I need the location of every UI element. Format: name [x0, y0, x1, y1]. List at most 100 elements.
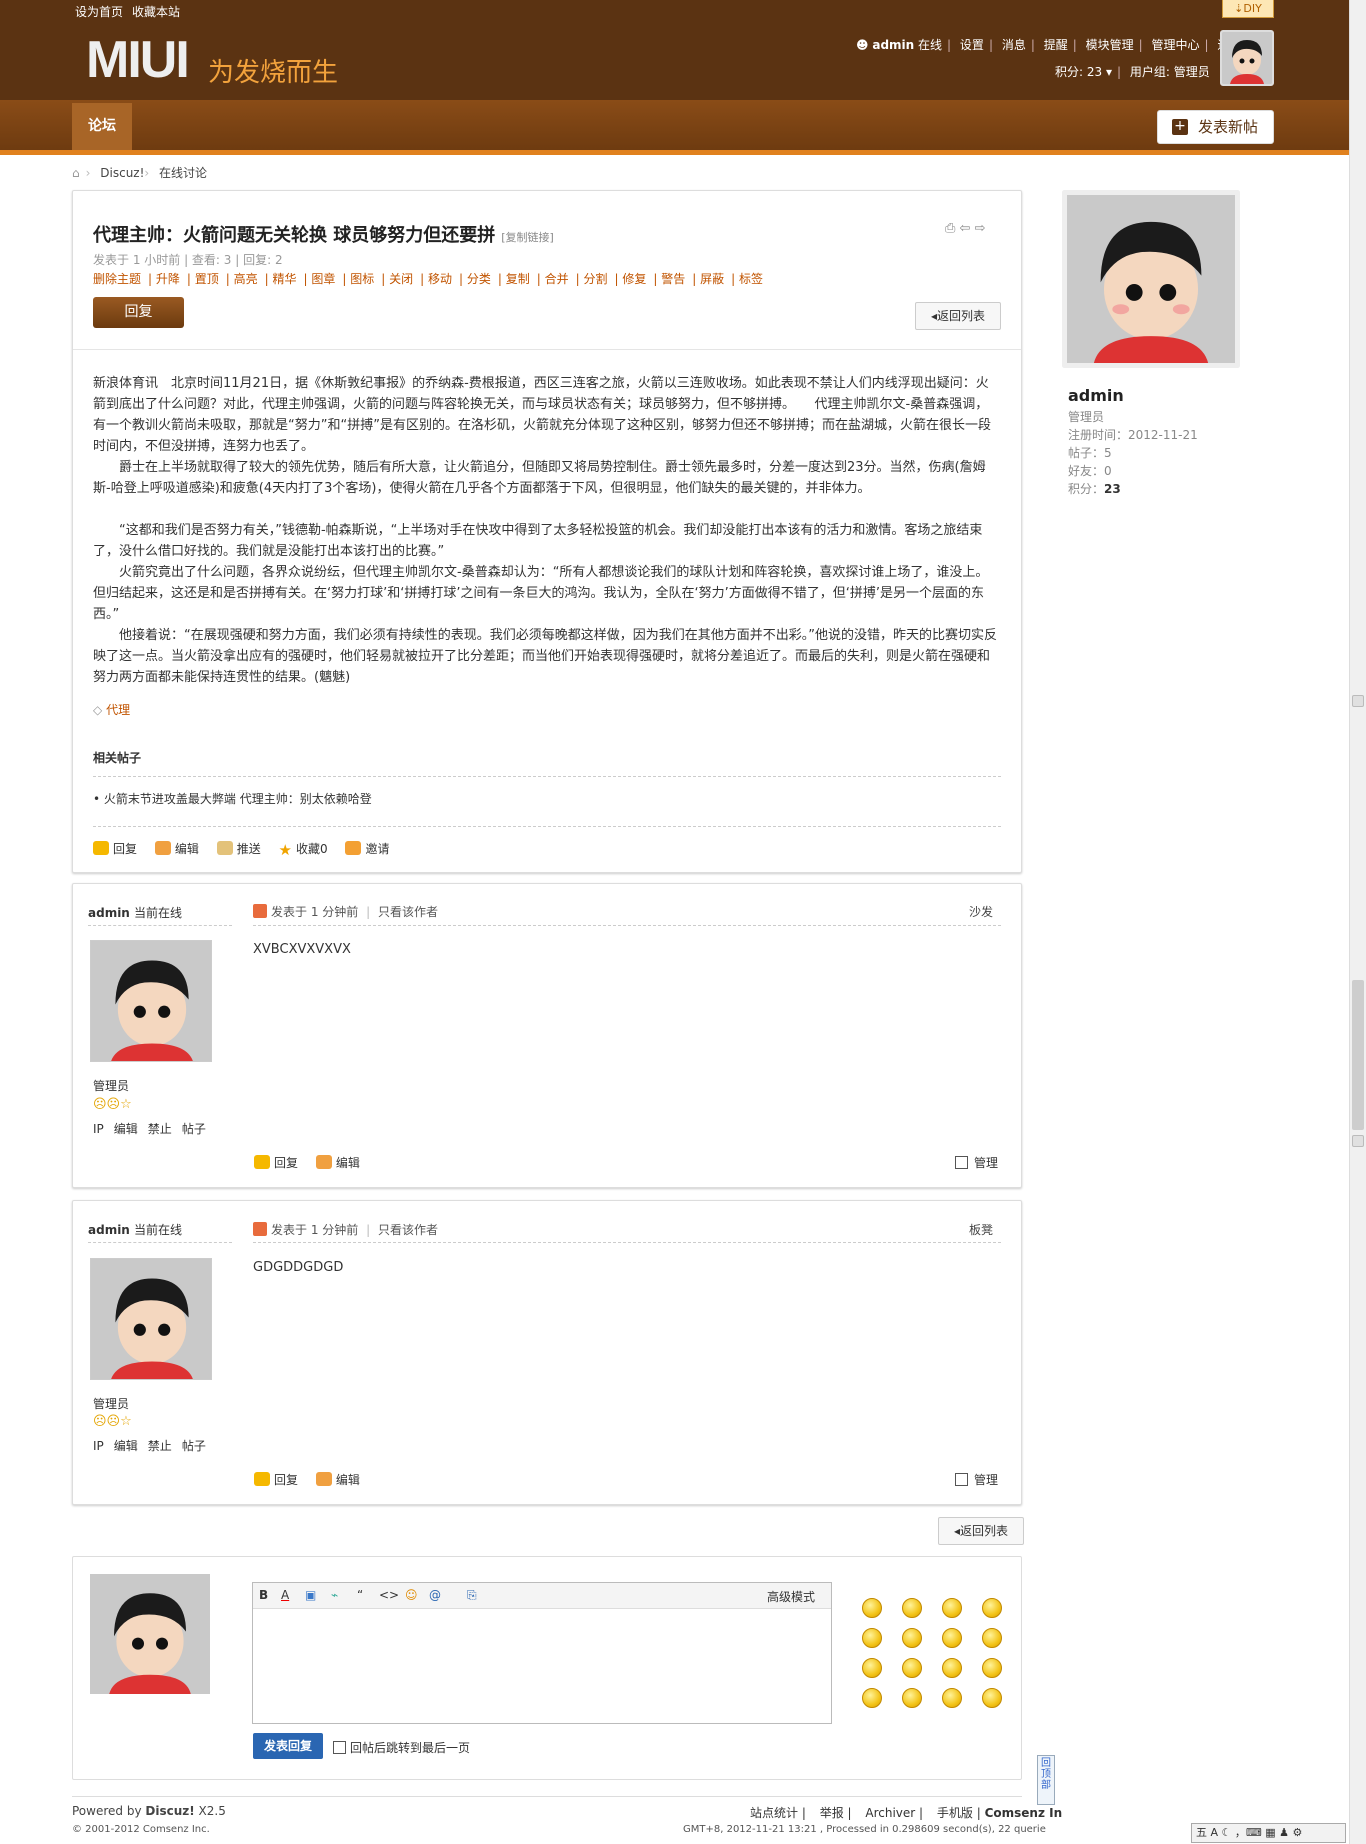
footer-archiver-link[interactable]: Archiver	[865, 1806, 915, 1820]
attach-button[interactable]: ⎘	[467, 1588, 477, 1603]
only-author-link[interactable]: 只看该作者	[378, 905, 438, 919]
breadcrumb-forum[interactable]: 在线讨论	[159, 166, 207, 180]
image-button[interactable]: ▣	[305, 1588, 316, 1602]
mod-digest[interactable]: 精华	[273, 272, 297, 286]
credits-menu[interactable]: 积分: 23 ▾	[1055, 65, 1112, 79]
mod-close[interactable]: 关闭	[389, 272, 413, 286]
prev-thread-icon[interactable]: ⇦	[960, 221, 971, 236]
usergroup-link[interactable]: 用户组: 管理员	[1130, 65, 1210, 79]
bookmark-link[interactable]: 收藏本站	[132, 3, 180, 20]
post-manage[interactable]: 管理	[955, 1471, 998, 1488]
font-color-button[interactable]: A	[281, 1588, 289, 1602]
smiley-icon[interactable]	[942, 1658, 962, 1678]
manage-checkbox[interactable]	[955, 1473, 968, 1486]
back-to-list-button-bottom[interactable]: ◂返回列表	[938, 1517, 1024, 1545]
back-to-top-button[interactable]: 回顶部	[1037, 1755, 1055, 1805]
edit-user-link[interactable]: 编辑	[114, 1439, 138, 1453]
footer-stats-link[interactable]: 站点统计	[750, 1806, 798, 1820]
scroll-thumb[interactable]	[1352, 980, 1364, 1130]
post-manage[interactable]: 管理	[955, 1154, 998, 1171]
scroll-down-arrow[interactable]	[1352, 1135, 1364, 1147]
ip-link[interactable]: IP	[93, 1439, 104, 1453]
post-reply[interactable]: 回复	[254, 1155, 298, 1170]
smiley-icon[interactable]	[982, 1658, 1002, 1678]
site-logo[interactable]: MIUI	[86, 30, 190, 90]
scroll-up-arrow[interactable]	[1352, 695, 1364, 707]
ip-link[interactable]: IP	[93, 1122, 104, 1136]
mod-move[interactable]: 移动	[428, 272, 452, 286]
block-manage-link[interactable]: 模块管理	[1086, 38, 1134, 52]
reply-textarea[interactable]	[253, 1610, 831, 1723]
scrollbar[interactable]	[1349, 0, 1366, 1844]
mod-merge[interactable]: 合并	[545, 272, 569, 286]
mod-category[interactable]: 分类	[467, 272, 491, 286]
action-favorite[interactable]: ★ 收藏0	[279, 841, 328, 859]
new-post-button[interactable]: + 发表新帖	[1157, 110, 1274, 144]
smiley-icon[interactable]	[902, 1598, 922, 1618]
mod-ban[interactable]: 屏蔽	[700, 272, 724, 286]
related-post-link[interactable]: • 火箭末节进攻盖最大弊端 代理主帅：别太依赖哈登	[93, 790, 372, 807]
jump-last-option[interactable]: 回帖后跳转到最后一页	[333, 1739, 470, 1756]
admin-center-link[interactable]: 管理中心	[1151, 38, 1199, 52]
advanced-mode-link[interactable]: 高级模式	[767, 1588, 815, 1605]
author-name[interactable]: admin	[1068, 386, 1124, 405]
ban-link[interactable]: 禁止	[148, 1439, 172, 1453]
smiley-icon[interactable]	[862, 1598, 882, 1618]
mod-split[interactable]: 分割	[584, 272, 608, 286]
settings-link[interactable]: 设置	[960, 38, 984, 52]
action-push[interactable]: 推送	[216, 841, 261, 856]
diy-button[interactable]: ⇣DIY	[1222, 0, 1274, 18]
edit-user-link[interactable]: 编辑	[114, 1122, 138, 1136]
action-invite[interactable]: 邀请	[345, 841, 389, 856]
breadcrumb-discuz[interactable]: Discuz!	[100, 166, 144, 180]
floor-label[interactable]: 沙发	[969, 903, 993, 920]
only-author-link[interactable]: 只看该作者	[378, 1223, 438, 1237]
discuz-link[interactable]: Discuz!	[145, 1804, 194, 1818]
mod-copy[interactable]: 复制	[506, 272, 530, 286]
footer-mobile-link[interactable]: 手机版	[937, 1806, 973, 1820]
username-link[interactable]: admin	[872, 38, 914, 52]
print-icon[interactable]: ⎙	[945, 221, 955, 236]
ime-icon[interactable]: 五 A ☾ ，⌨ ▦ ♟ ⚙	[1196, 1826, 1302, 1839]
post-avatar[interactable]	[90, 1258, 212, 1380]
user-posts-link[interactable]: 帖子	[182, 1122, 206, 1136]
post-avatar[interactable]	[90, 940, 212, 1062]
smiley-icon[interactable]	[942, 1628, 962, 1648]
ban-link[interactable]: 禁止	[148, 1122, 172, 1136]
smiley-icon[interactable]	[902, 1628, 922, 1648]
smiley-icon[interactable]	[982, 1598, 1002, 1618]
smiley-icon[interactable]	[862, 1688, 882, 1708]
mod-tag[interactable]: 标签	[739, 272, 763, 286]
smiley-icon[interactable]	[982, 1628, 1002, 1648]
mod-highlight[interactable]: 高亮	[234, 272, 258, 286]
smiley-icon[interactable]	[902, 1688, 922, 1708]
mod-stamp[interactable]: 图章	[311, 272, 335, 286]
post-reply[interactable]: 回复	[254, 1472, 298, 1487]
messages-link[interactable]: 消息	[1002, 38, 1026, 52]
mod-warn[interactable]: 警告	[661, 272, 685, 286]
set-home-link[interactable]: 设为首页	[75, 3, 123, 20]
next-thread-icon[interactable]: ⇨	[975, 221, 986, 236]
back-to-list-button[interactable]: ◂返回列表	[915, 302, 1001, 330]
action-reply[interactable]: 回复	[93, 841, 137, 856]
mod-delete[interactable]: 删除主题	[93, 272, 141, 286]
copy-link[interactable]: [复制链接]	[501, 231, 554, 244]
mod-bump[interactable]: 升降	[156, 272, 180, 286]
jump-last-checkbox[interactable]	[333, 1741, 346, 1754]
quote-button[interactable]: “	[357, 1588, 363, 1602]
user-posts-link[interactable]: 帖子	[182, 1439, 206, 1453]
action-edit[interactable]: 编辑	[154, 841, 199, 856]
submit-reply-button[interactable]: 发表回复	[253, 1733, 323, 1759]
smiley-icon[interactable]	[862, 1628, 882, 1648]
nav-forum-tab[interactable]: 论坛	[72, 103, 132, 150]
smiley-icon[interactable]	[982, 1688, 1002, 1708]
notices-link[interactable]: 提醒	[1044, 38, 1068, 52]
mention-button[interactable]: @	[429, 1588, 441, 1602]
bold-button[interactable]: B	[259, 1588, 268, 1602]
link-button[interactable]: ⌁	[331, 1588, 338, 1602]
home-icon[interactable]: ⌂	[72, 166, 80, 180]
thread-tag[interactable]: ◇ 代理	[93, 701, 130, 718]
mod-icon[interactable]: 图标	[350, 272, 374, 286]
post-author[interactable]: admin 当前在线	[88, 1221, 182, 1238]
header-avatar[interactable]	[1220, 30, 1274, 86]
